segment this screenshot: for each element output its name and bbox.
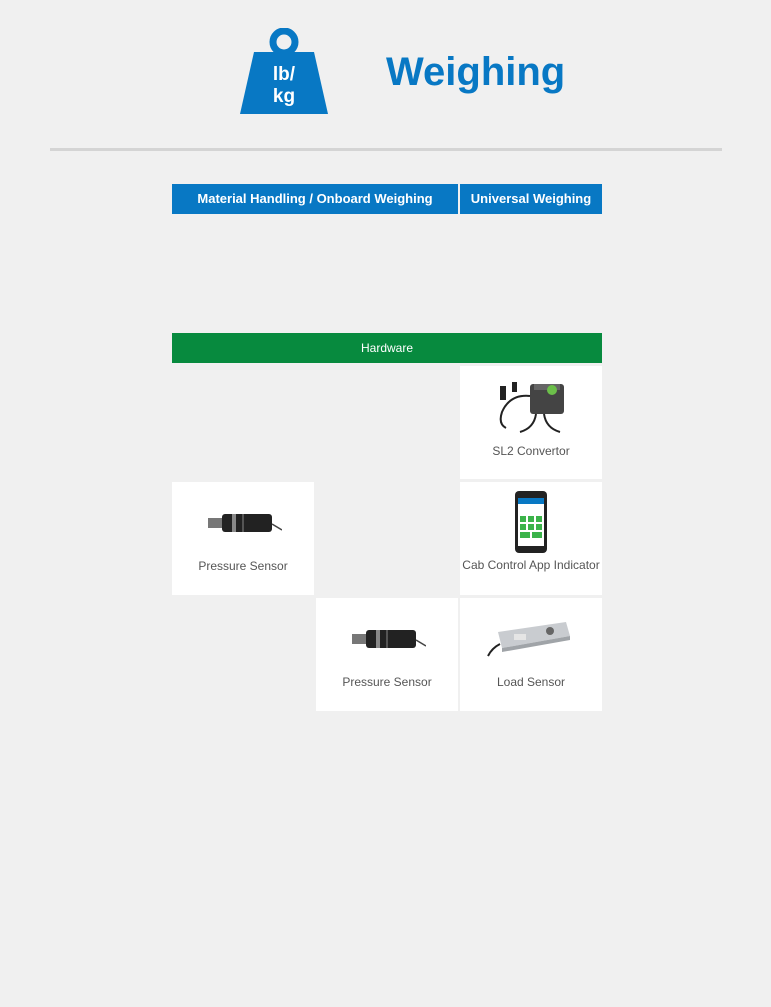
load-sensor-image: [487, 622, 570, 657]
page-header: lb/ kg Weighing: [0, 0, 771, 150]
hardware-header: Hardware: [172, 333, 602, 363]
product-cab-control-app[interactable]: Cab Control App Indicator: [460, 482, 602, 595]
phone-app-image: [515, 491, 547, 553]
pressure-sensor-image: [352, 630, 426, 648]
product-sl2-convertor[interactable]: SL2 Convertor: [460, 366, 602, 479]
sl2-convertor-label: SL2 Convertor: [492, 444, 570, 458]
tab-universal-weighing[interactable]: Universal Weighing: [460, 184, 602, 214]
weight-icon: lb/ kg: [240, 28, 328, 114]
cab-control-app-label: Cab Control App Indicator: [462, 558, 600, 572]
page-title: Weighing: [386, 50, 566, 94]
product-pressure-sensor-left[interactable]: Pressure Sensor: [172, 482, 314, 595]
icon-label-kg: kg: [273, 86, 295, 107]
pressure-sensor-image: [208, 514, 282, 532]
tab-material-handling[interactable]: Material Handling / Onboard Weighing: [172, 184, 458, 214]
pressure-sensor-left-label: Pressure Sensor: [198, 559, 288, 573]
load-sensor-label: Load Sensor: [496, 675, 566, 689]
tab-bar: Material Handling / Onboard Weighing Uni…: [172, 184, 602, 214]
sl2-convertor-image: [499, 382, 564, 433]
icon-label-lb: lb/: [273, 64, 296, 85]
pressure-sensor-mid-label: Pressure Sensor: [342, 675, 432, 689]
product-load-sensor[interactable]: Load Sensor: [460, 598, 602, 711]
product-pressure-sensor-mid[interactable]: Pressure Sensor: [316, 598, 458, 711]
divider: [50, 148, 722, 151]
